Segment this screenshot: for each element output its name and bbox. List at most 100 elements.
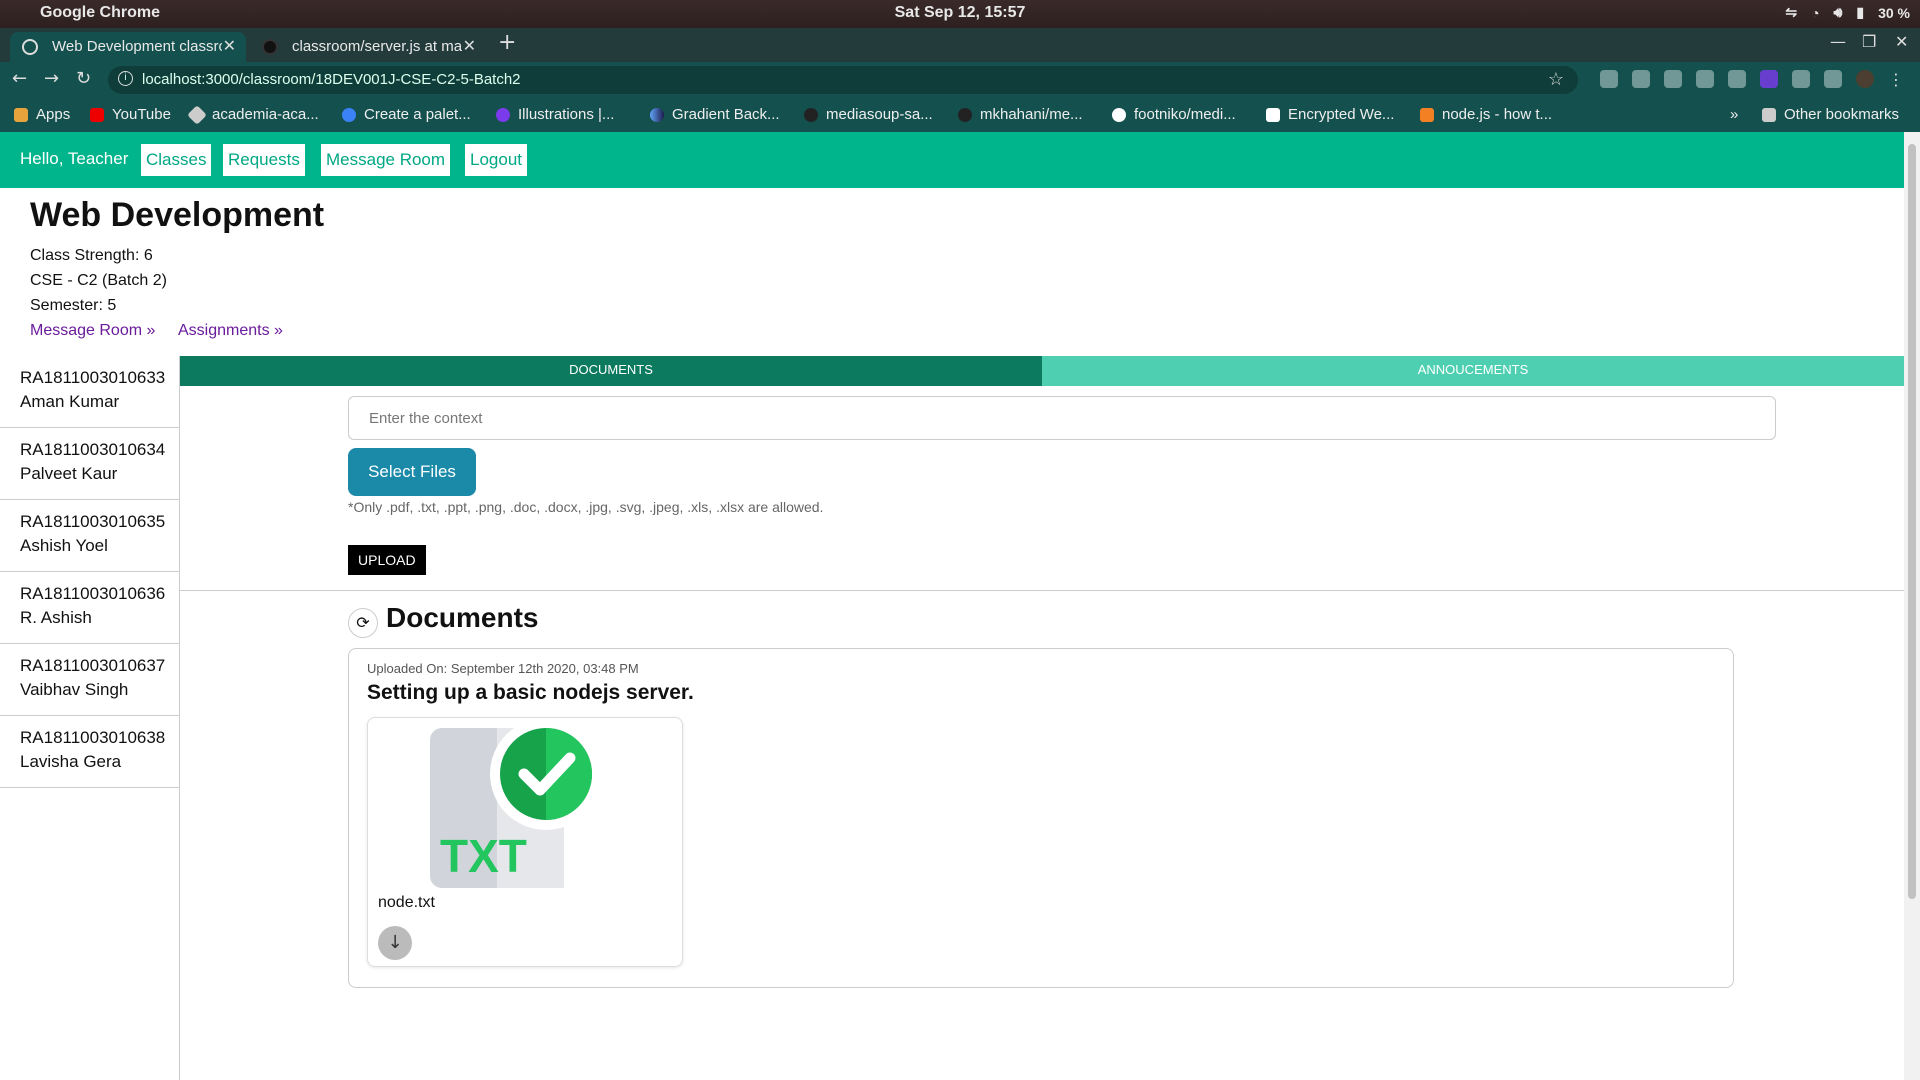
student-roll: RA1811003010638 (20, 728, 166, 747)
bookmark-item[interactable]: Create a palet... (342, 106, 471, 123)
tab-documents[interactable]: DOCUMENTS (180, 356, 1042, 386)
tab-title: classroom/server.js at ma (292, 38, 462, 55)
forward-icon[interactable]: → (44, 68, 59, 89)
browser-tab[interactable]: classroom/server.js at ma ✕ (250, 32, 486, 62)
download-icon[interactable]: ↓ (378, 926, 412, 960)
class-strength: Class Strength: 6 (30, 247, 153, 264)
greeting: Hello, Teacher (20, 149, 129, 168)
nav-classes-link[interactable]: Classes (141, 144, 212, 176)
network-icon[interactable]: ⇋ (1785, 4, 1797, 21)
minimize-icon[interactable]: — (1830, 32, 1846, 51)
file-card[interactable]: TXT node.txt ↓ (367, 717, 683, 967)
student-item[interactable]: RA1811003010637 Vaibhav Singh (0, 644, 179, 716)
tab-title: Web Development classro (52, 38, 222, 55)
kebab-menu-icon[interactable]: ⋮ (1888, 70, 1904, 89)
context-input[interactable] (348, 396, 1776, 440)
student-list: RA1811003010633 Aman Kumar RA18110030106… (0, 356, 180, 1080)
puzzle-icon[interactable] (1824, 70, 1842, 88)
scrollbar-thumb[interactable] (1908, 144, 1916, 899)
github-icon (958, 107, 972, 122)
select-files-button[interactable]: Select Files (348, 448, 476, 496)
student-item[interactable]: RA1811003010634 Palveet Kaur (0, 428, 179, 500)
student-name: Lavisha Gera (20, 752, 122, 771)
extension-icon[interactable] (1760, 70, 1778, 88)
close-icon[interactable]: ✕ (223, 36, 236, 56)
back-icon[interactable]: ← (12, 68, 27, 89)
bookmark-item[interactable]: node.js - how t... (1420, 106, 1552, 123)
student-roll: RA1811003010635 (20, 512, 166, 531)
allowed-file-types-note: *Only .pdf, .txt, .ppt, .png, .doc, .doc… (348, 499, 824, 515)
github-icon (1112, 107, 1126, 122)
globe-icon (22, 39, 38, 55)
message-room-link[interactable]: Message Room » (30, 322, 155, 340)
student-item[interactable]: RA1811003010633 Aman Kumar (0, 356, 179, 428)
other-bookmarks[interactable]: Other bookmarks (1762, 106, 1899, 123)
site-info-icon[interactable]: i (118, 71, 133, 86)
bookmark-item[interactable]: Gradient Back... (650, 106, 780, 123)
battery-icon[interactable]: ▮ (1856, 4, 1864, 21)
refresh-icon[interactable]: ⟳ (348, 608, 378, 638)
browser-tab-strip: Web Development classro ✕ classroom/serv… (0, 28, 1920, 62)
bookmark-item[interactable]: mkhahani/me... (958, 106, 1083, 123)
nav-message-room-link[interactable]: Message Room (321, 144, 451, 176)
student-item[interactable]: RA1811003010638 Lavisha Gera (0, 716, 179, 788)
nav-logout-link[interactable]: Logout (465, 144, 527, 176)
assignments-link[interactable]: Assignments » (178, 322, 283, 340)
bookmark-star-icon[interactable]: ☆ (1548, 69, 1564, 90)
student-name: Palveet Kaur (20, 464, 118, 483)
url-bar[interactable]: i localhost:3000/classroom/18DEV001J-CSE… (108, 66, 1578, 94)
bookmark-item[interactable]: Encrypted We... (1266, 106, 1394, 123)
class-section: CSE - C2 (Batch 2) (30, 272, 167, 289)
bookmark-item[interactable]: academia-aca... (187, 104, 319, 125)
new-tab-button[interactable]: + (498, 30, 516, 55)
extension-icon[interactable] (1600, 70, 1618, 88)
github-icon (804, 107, 818, 122)
close-icon[interactable]: ✕ (463, 36, 476, 56)
browser-tab-active[interactable]: Web Development classro ✕ (10, 32, 246, 62)
os-clock[interactable]: Sat Sep 12, 15:57 (0, 4, 1920, 22)
os-top-bar: Google Chrome Sat Sep 12, 15:57 ⇋ ◔ 🔊︎ ▮… (0, 0, 1920, 28)
folder-icon (1762, 107, 1776, 122)
bookmark-apps[interactable]: Apps (14, 106, 70, 123)
file-type-label: TXT (440, 830, 527, 882)
extension-icon[interactable] (1792, 70, 1810, 88)
documents-heading: Documents (386, 602, 539, 633)
apps-grid-icon (14, 107, 28, 122)
student-name: Aman Kumar (20, 392, 120, 411)
gradient-icon (650, 107, 664, 122)
student-name: Ashish Yoel (20, 536, 108, 555)
window-close-icon[interactable]: ✕ (1895, 32, 1908, 51)
student-item[interactable]: RA1811003010636 R. Ashish (0, 572, 179, 644)
extension-icon[interactable] (1664, 70, 1682, 88)
bookmark-youtube[interactable]: YouTube (90, 106, 171, 123)
bookmark-item[interactable]: footniko/medi... (1112, 106, 1236, 123)
stackoverflow-icon (1420, 107, 1434, 122)
extension-icon[interactable] (1728, 70, 1746, 88)
reload-icon[interactable]: ↻ (76, 68, 91, 89)
uploaded-on: Uploaded On: September 12th 2020, 03:48 … (367, 661, 639, 676)
page-scrollbar[interactable] (1904, 132, 1920, 1080)
url-text: localhost:3000/classroom/18DEV001J-CSE-C… (142, 71, 521, 88)
upload-button[interactable]: UPLOAD (348, 545, 426, 575)
nav-requests-link[interactable]: Requests (223, 144, 305, 176)
extension-icon[interactable] (1696, 70, 1714, 88)
bookmarks-bar: Apps YouTube academia-aca... Create a pa… (0, 98, 1920, 132)
volume-icon[interactable]: 🔊︎ (1834, 4, 1843, 21)
illustration-icon (496, 107, 510, 122)
extension-icon[interactable] (1632, 70, 1650, 88)
bookmark-item[interactable]: Illustrations |... (496, 106, 614, 123)
tab-announcements[interactable]: ANNOUCEMENTS (1042, 356, 1904, 386)
extensions-bar: ⋮ (1600, 70, 1904, 89)
bookmark-item[interactable]: mediasoup-sa... (804, 106, 933, 123)
avatar[interactable] (1856, 70, 1874, 88)
student-roll: RA1811003010633 (20, 368, 166, 387)
restore-icon[interactable]: ❐ (1862, 32, 1876, 51)
bookmarks-overflow-icon[interactable]: » (1730, 106, 1738, 123)
wifi-icon[interactable]: ◔ (1811, 5, 1819, 21)
student-item[interactable]: RA1811003010635 Ashish Yoel (0, 500, 179, 572)
student-name: R. Ashish (20, 608, 92, 627)
class-title: Web Development (30, 196, 325, 234)
student-roll: RA1811003010634 (20, 440, 166, 459)
document-card: Uploaded On: September 12th 2020, 03:48 … (348, 648, 1734, 988)
os-tray[interactable]: ⇋ ◔ 🔊︎ ▮ 30 % (1785, 4, 1910, 21)
